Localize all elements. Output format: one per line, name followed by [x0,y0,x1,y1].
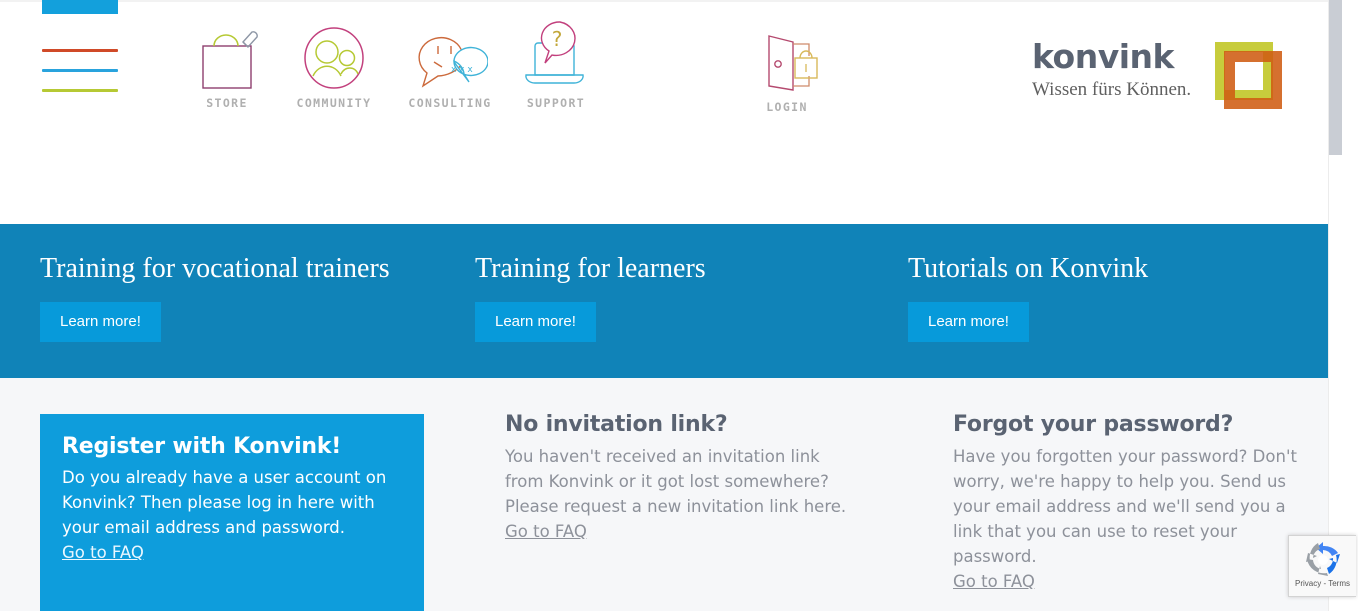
info-section: Register with Konvink! Do you already ha… [0,378,1343,611]
recaptcha-icon [1289,542,1356,578]
nav-item-support-label: SUPPORT [526,96,586,110]
speech-bubbles-icon: x x x [395,18,505,90]
register-card-body: Do you already have a user account on Ko… [62,468,387,537]
people-circle-icon [279,18,389,90]
nav-item-login-label: LOGIN [766,100,808,114]
hamburger-bar-green [42,89,118,92]
promo-column-vocational-trainers: Training for vocational trainers Learn m… [40,224,390,342]
door-lock-icon [732,22,842,94]
promo-title: Tutorials on Konvink [908,253,1149,284]
brand-text: konvink Wissen fürs Können. [1032,40,1191,101]
password-heading: Forgot your password? [953,412,1234,437]
password-body: Have you forgotten your password? Don't … [953,447,1297,566]
site-header: STORE COMMUNITY x x x CONSULTING ? SUPPO… [0,0,1343,224]
nav-item-consulting[interactable]: x x x CONSULTING [395,18,505,110]
vertical-scrollbar[interactable] [1328,0,1343,611]
nav-item-login[interactable]: LOGIN [732,22,842,114]
learn-more-button-tutorials[interactable]: Learn more! [908,302,1029,342]
scrollbar-thumb[interactable] [1329,0,1342,155]
register-card-heading: Register with Konvink! [62,434,342,459]
nav-item-community-label: COMMUNITY [296,96,372,110]
page-root: STORE COMMUNITY x x x CONSULTING ? SUPPO… [0,0,1343,611]
promo-column-tutorials: Tutorials on Konvink Learn more! [908,224,1148,342]
shopping-bag-icon [172,18,282,90]
nav-item-store[interactable]: STORE [172,18,282,110]
svg-text:?: ? [552,27,563,51]
password-column: Forgot your password? Have you forgotten… [953,412,1303,594]
invitation-body: You haven't received an invitation link … [505,447,847,516]
register-card-faq-link[interactable]: Go to FAQ [62,543,144,562]
password-faq-link[interactable]: Go to FAQ [953,572,1035,591]
learn-more-button-learners[interactable]: Learn more! [475,302,596,342]
konvink-square-logo [1215,42,1283,110]
register-card: Register with Konvink! Do you already ha… [40,414,424,611]
svg-text:x x x: x x x [451,65,473,75]
hamburger-bar-blue [42,69,118,72]
nav-item-community[interactable]: COMMUNITY [279,18,389,110]
brand-tagline: Wissen fürs Können. [1032,79,1192,100]
logo-square-orange [1224,51,1283,109]
nav-item-consulting-label: CONSULTING [408,96,492,110]
hamburger-menu-icon[interactable] [38,0,118,92]
invitation-column: No invitation link? You haven't received… [505,412,855,544]
promo-banner: Training for vocational trainers Learn m… [0,224,1343,378]
hamburger-bar-red [42,49,118,52]
promo-title: Training for learners [475,253,706,284]
nav-item-support[interactable]: ? SUPPORT [501,18,611,110]
brand-wordmark: konvink [1032,37,1175,76]
invitation-faq-link[interactable]: Go to FAQ [505,522,587,541]
learn-more-button-vocational-trainers[interactable]: Learn more! [40,302,161,342]
recaptcha-badge[interactable]: Privacy - Terms [1288,535,1356,597]
promo-title: Training for vocational trainers [40,253,390,284]
laptop-question-icon: ? [501,18,611,90]
brand-logo[interactable]: konvink Wissen fürs Können. [1032,40,1283,110]
invitation-heading: No invitation link? [505,412,728,437]
recaptcha-label: Privacy - Terms [1295,579,1350,588]
header-top-rule [0,0,1343,2]
promo-column-learners: Training for learners Learn more! [475,224,706,342]
nav-item-store-label: STORE [206,96,248,110]
hamburger-bar-highlight [42,0,118,14]
